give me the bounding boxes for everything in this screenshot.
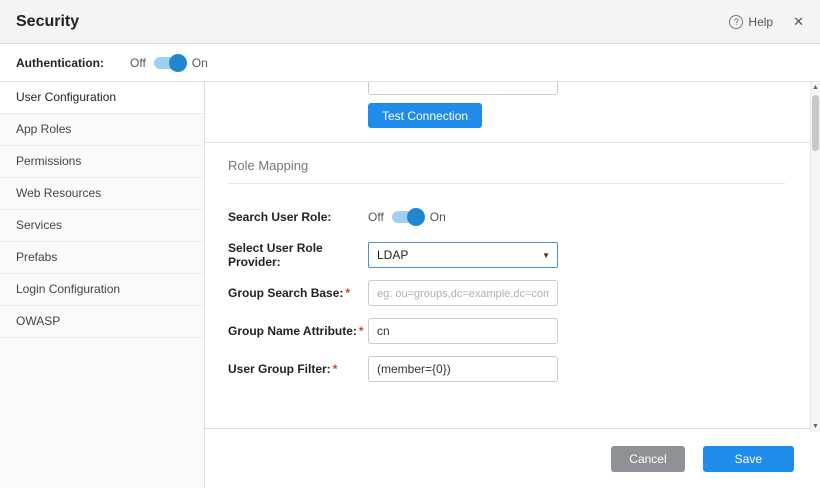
sidebar: User Configuration App Roles Permissions… xyxy=(0,82,205,488)
sidebar-item-prefabs[interactable]: Prefabs xyxy=(0,242,204,274)
group-search-base-row: Group Search Base:* xyxy=(228,280,785,306)
help-button[interactable]: ? Help xyxy=(729,15,773,29)
search-user-role-off-label: Off xyxy=(368,210,384,224)
group-name-attribute-label: Group Name Attribute:* xyxy=(228,324,368,338)
sidebar-item-login-configuration[interactable]: Login Configuration xyxy=(0,274,204,306)
provider-selected-value: LDAP xyxy=(377,248,408,262)
sidebar-item-web-resources[interactable]: Web Resources xyxy=(0,178,204,210)
group-search-base-label: Group Search Base:* xyxy=(228,286,368,300)
sidebar-item-owasp[interactable]: OWASP xyxy=(0,306,204,338)
search-user-role-toggle-group: Off On xyxy=(368,210,446,224)
save-button[interactable]: Save xyxy=(703,446,794,472)
caret-down-icon: ▼ xyxy=(542,251,550,260)
scrollbar-thumb[interactable] xyxy=(812,95,819,151)
user-role-provider-select[interactable]: LDAP ▼ xyxy=(368,242,558,268)
role-mapping-section: Role Mapping Search User Role: Off On Se… xyxy=(228,142,785,394)
scroll-up-icon[interactable]: ▲ xyxy=(811,82,820,93)
authentication-off-label: Off xyxy=(130,56,146,70)
main-panel: Test Connection Role Mapping Search User… xyxy=(205,82,820,488)
provider-row: Select User Role Provider: LDAP ▼ xyxy=(228,242,785,268)
authentication-bar: Authentication: Off On xyxy=(0,44,820,82)
connection-field-partial[interactable] xyxy=(368,82,558,95)
authentication-label: Authentication: xyxy=(16,56,104,70)
header-actions: ? Help ✕ xyxy=(729,14,804,30)
cancel-button[interactable]: Cancel xyxy=(611,446,684,472)
authentication-toggle[interactable] xyxy=(154,57,184,69)
help-icon: ? xyxy=(729,15,743,29)
scroll-down-icon[interactable]: ▼ xyxy=(811,421,820,432)
header: Security ? Help ✕ xyxy=(0,0,820,44)
required-asterisk: * xyxy=(359,324,364,338)
required-asterisk: * xyxy=(333,362,338,376)
sidebar-item-services[interactable]: Services xyxy=(0,210,204,242)
footer-actions: Cancel Save xyxy=(205,428,810,488)
authentication-toggle-group: Off On xyxy=(130,56,208,70)
user-group-filter-label: User Group Filter:* xyxy=(228,362,368,376)
group-name-attribute-input[interactable] xyxy=(368,318,558,344)
group-search-base-input[interactable] xyxy=(368,280,558,306)
search-user-role-toggle[interactable] xyxy=(392,211,422,223)
toggle-knob xyxy=(407,208,425,226)
page-title: Security xyxy=(16,13,79,31)
help-label: Help xyxy=(748,15,773,29)
role-mapping-form: Search User Role: Off On Select User Rol… xyxy=(228,184,785,382)
search-user-role-row: Search User Role: Off On xyxy=(228,204,785,230)
provider-label: Select User Role Provider: xyxy=(228,241,368,269)
authentication-on-label: On xyxy=(192,56,208,70)
vertical-scrollbar[interactable]: ▲ ▼ xyxy=(810,82,820,432)
user-group-filter-row: User Group Filter:* xyxy=(228,356,785,382)
role-mapping-title: Role Mapping xyxy=(228,158,785,173)
user-group-filter-input[interactable] xyxy=(368,356,558,382)
test-connection-button[interactable]: Test Connection xyxy=(368,103,482,128)
group-name-attribute-row: Group Name Attribute:* xyxy=(228,318,785,344)
toggle-knob xyxy=(169,54,187,72)
sidebar-item-permissions[interactable]: Permissions xyxy=(0,146,204,178)
search-user-role-label: Search User Role: xyxy=(228,210,368,224)
search-user-role-on-label: On xyxy=(430,210,446,224)
close-icon[interactable]: ✕ xyxy=(793,14,804,30)
sidebar-item-user-configuration[interactable]: User Configuration xyxy=(0,82,204,114)
required-asterisk: * xyxy=(345,286,350,300)
content-scroll-area: Test Connection Role Mapping Search User… xyxy=(205,82,810,428)
sidebar-item-app-roles[interactable]: App Roles xyxy=(0,114,204,146)
